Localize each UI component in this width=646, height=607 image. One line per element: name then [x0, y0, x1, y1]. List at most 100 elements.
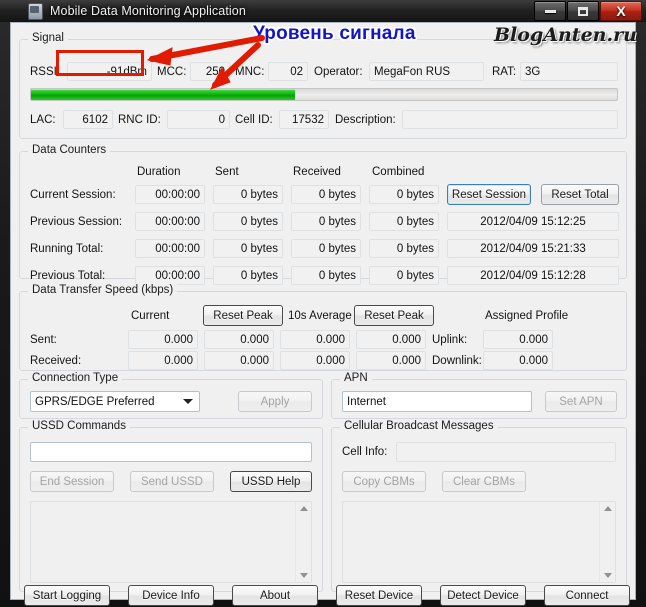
description-label: Description:	[335, 114, 396, 126]
speed-sent-current-peak: 0.000	[204, 330, 274, 349]
connection-type-group: Connection Type GPRS/EDGE Preferred Appl…	[19, 372, 323, 419]
data-transfer-speed-caption: Data Transfer Speed (kbps)	[28, 284, 178, 296]
apply-button[interactable]: Apply	[238, 391, 312, 412]
close-button[interactable]: X	[600, 1, 642, 21]
client-area: Signal RSSI: -91dBm MCC: 250 MNC: 02 Ope…	[10, 22, 636, 600]
scroll-down-icon[interactable]	[300, 573, 308, 578]
watermark: BlogAnten.ru	[494, 24, 637, 46]
cell-duration-previous-total: 00:00:00	[135, 266, 205, 285]
reset-device-button[interactable]: Reset Device	[336, 585, 422, 606]
speed-received-current-peak: 0.000	[204, 351, 274, 370]
column-header-duration: Duration	[137, 166, 181, 178]
cell-info-value	[396, 442, 616, 462]
cell-id-label: Cell ID:	[235, 114, 273, 126]
connection-type-selected-value: GPRS/EDGE Preferred	[35, 395, 155, 408]
rnc-id-label: RNC ID:	[118, 114, 161, 126]
about-button[interactable]: About	[232, 585, 318, 606]
speed-sent-current: 0.000	[128, 330, 198, 349]
ussd-log-area[interactable]	[30, 501, 312, 583]
mcc-label: MCC:	[157, 66, 187, 78]
lac-value: 6102	[63, 110, 113, 129]
clear-cbms-button[interactable]: Clear CBMs	[442, 471, 526, 492]
signal-strength-fill	[31, 89, 295, 100]
cell-timestamp-previous-session: 2012/04/09 15:12:25	[447, 212, 619, 231]
scroll-up-icon[interactable]	[300, 506, 308, 511]
cell-duration-current-session: 00:00:00	[135, 185, 205, 204]
bottom-button-bar: Start Logging Device Info About Reset De…	[0, 584, 646, 607]
speed-received-average-peak: 0.000	[356, 351, 426, 370]
speed-column-assigned-profile: Assigned Profile	[485, 310, 569, 322]
detect-device-button[interactable]: Detect Device	[440, 585, 526, 606]
mnc-label: MNC:	[235, 66, 265, 78]
send-ussd-button[interactable]: Send USSD	[130, 471, 214, 492]
reset-total-button[interactable]: Reset Total	[541, 184, 619, 205]
column-header-sent: Sent	[215, 166, 239, 178]
reset-peak-average-button[interactable]: Reset Peak	[354, 305, 434, 326]
connection-type-caption: Connection Type	[28, 372, 123, 384]
cell-timestamp-previous-total: 2012/04/09 15:12:28	[447, 266, 619, 285]
cell-combined-running-total: 0 bytes	[369, 239, 439, 258]
apn-group: APN Internet Set APN	[331, 372, 627, 419]
speed-uplink-value: 0.000	[483, 330, 553, 349]
device-info-button[interactable]: Device Info	[128, 585, 214, 606]
cell-combined-current-session: 0 bytes	[369, 185, 439, 204]
annotation-rssi-highlight-box	[56, 50, 144, 76]
chevron-down-icon	[183, 399, 193, 404]
connection-type-select[interactable]: GPRS/EDGE Preferred	[30, 391, 200, 412]
operator-label: Operator:	[314, 66, 363, 78]
row-label-running-total: Running Total:	[30, 243, 104, 255]
speed-uplink-label: Uplink:	[432, 334, 468, 346]
copy-cbms-button[interactable]: Copy CBMs	[342, 471, 426, 492]
apn-input[interactable]: Internet	[342, 391, 532, 412]
signal-group-caption: Signal	[28, 32, 68, 44]
minimize-button[interactable]	[534, 1, 566, 21]
data-transfer-speed-group: Data Transfer Speed (kbps) Current Reset…	[19, 284, 627, 371]
speed-row-label-sent: Sent:	[30, 334, 57, 346]
speed-column-average: 10s Average	[288, 310, 352, 322]
speed-sent-average: 0.000	[280, 330, 350, 349]
apn-caption: APN	[340, 372, 372, 384]
cell-combined-previous-session: 0 bytes	[369, 212, 439, 231]
cell-sent-running-total: 0 bytes	[213, 239, 283, 258]
row-label-previous-total: Previous Total:	[30, 270, 106, 282]
minimize-icon	[544, 9, 556, 13]
cell-sent-current-session: 0 bytes	[213, 185, 283, 204]
cell-received-current-session: 0 bytes	[291, 185, 361, 204]
speed-row-label-received: Received:	[30, 355, 82, 367]
ussd-log-scrollbar[interactable]	[295, 502, 311, 582]
connect-button[interactable]: Connect	[544, 585, 630, 606]
cell-info-label: Cell Info:	[342, 446, 388, 458]
row-label-current-session: Current Session:	[30, 189, 116, 201]
cell-duration-previous-session: 00:00:00	[135, 212, 205, 231]
row-label-previous-session: Previous Session:	[30, 216, 123, 228]
maximize-icon	[578, 6, 588, 16]
end-session-button[interactable]: End Session	[30, 471, 114, 492]
start-logging-button[interactable]: Start Logging	[24, 585, 110, 606]
cellular-broadcast-messages-group: Cellular Broadcast Messages Cell Info: C…	[331, 420, 627, 592]
apn-value: Internet	[347, 395, 386, 408]
window-title: Mobile Data Monitoring Application	[50, 4, 246, 18]
cell-sent-previous-session: 0 bytes	[213, 212, 283, 231]
cell-sent-previous-total: 0 bytes	[213, 266, 283, 285]
cell-timestamp-running-total: 2012/04/09 15:21:33	[447, 239, 619, 258]
cbm-log-scrollbar[interactable]	[599, 502, 615, 582]
signal-strength-bar	[30, 88, 618, 101]
reset-peak-current-button[interactable]: Reset Peak	[203, 305, 283, 326]
set-apn-button[interactable]: Set APN	[545, 391, 617, 412]
cell-received-running-total: 0 bytes	[291, 239, 361, 258]
rat-label: RAT:	[492, 66, 517, 78]
cell-received-previous-session: 0 bytes	[291, 212, 361, 231]
maximize-button[interactable]	[567, 1, 599, 21]
cbm-log-area[interactable]	[342, 501, 616, 583]
scroll-up-icon[interactable]	[604, 506, 612, 511]
annotation-signal-level-text: Уровень сигнала	[253, 23, 416, 44]
ussd-input[interactable]	[30, 442, 312, 462]
rat-value: 3G	[520, 62, 618, 81]
reset-session-button[interactable]: Reset Session	[447, 184, 531, 205]
speed-downlink-label: Downlink:	[432, 355, 482, 367]
cell-received-previous-total: 0 bytes	[291, 266, 361, 285]
ussd-help-button[interactable]: USSD Help	[230, 471, 312, 492]
scroll-down-icon[interactable]	[604, 573, 612, 578]
close-icon: X	[616, 3, 626, 19]
application-window: Mobile Data Monitoring Application X Sig…	[0, 0, 646, 607]
